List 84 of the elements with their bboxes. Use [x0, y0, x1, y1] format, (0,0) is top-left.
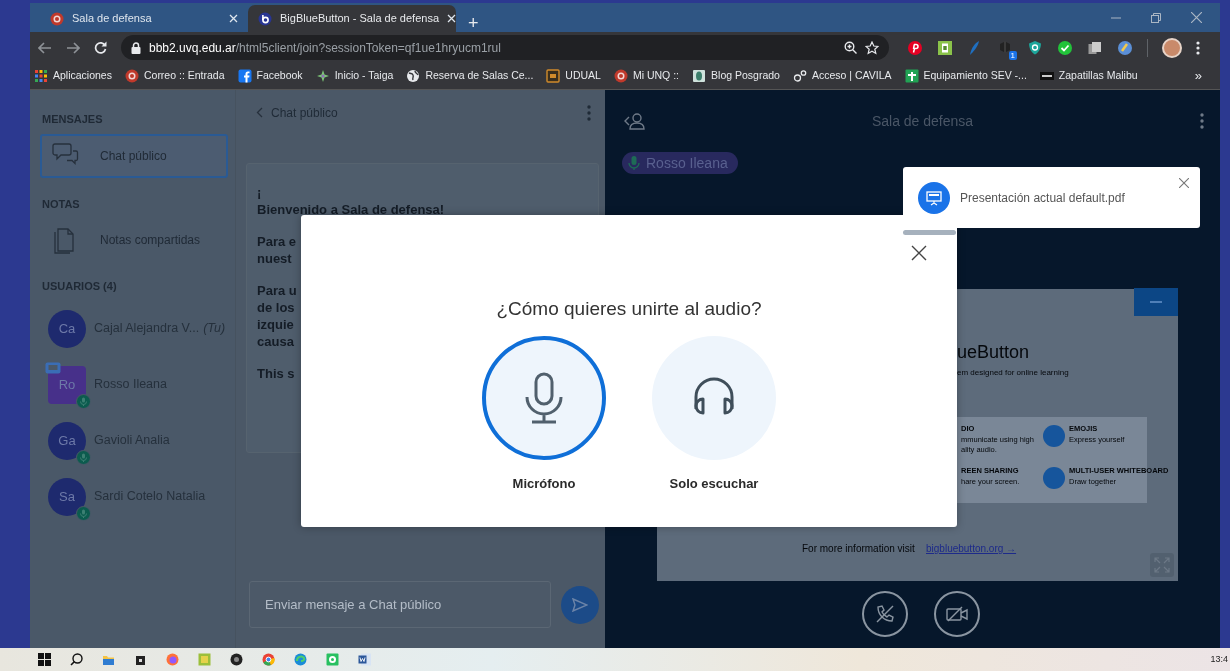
pin-icon[interactable] [907, 39, 923, 56]
slide-text: em designed for online learning [957, 367, 1069, 379]
message-text: nuest [257, 250, 292, 267]
dialog-title: ¿Cómo quieres unirte al audio? [496, 297, 762, 321]
browser-tab[interactable]: BigBlueButton - Sala de defensa [248, 5, 456, 32]
message-text: de los [257, 299, 295, 316]
apps-grid-icon [34, 69, 48, 83]
cross-icon [904, 69, 919, 83]
bookmark-link[interactable]: Correo :: Entrada [124, 68, 225, 84]
clock-text: 13:4 [1210, 652, 1229, 666]
seal-icon [124, 69, 139, 83]
more-icon[interactable] [1200, 113, 1204, 129]
message-text: This s [257, 365, 295, 382]
back-arrow-icon[interactable] [38, 41, 52, 54]
leave-audio-button[interactable] [862, 591, 908, 637]
pages-icon[interactable] [1087, 39, 1103, 56]
forward-arrow-icon[interactable] [66, 41, 80, 54]
presentation-icon [926, 189, 942, 206]
bookmark-link[interactable]: Facebook [237, 68, 303, 84]
badge-count: 1 [1008, 50, 1017, 60]
bookmark-link[interactable]: UDUAL [546, 68, 601, 84]
more-bookmarks-button[interactable]: » [1194, 66, 1202, 86]
document-app-icon[interactable] [358, 653, 371, 666]
bookmark-link[interactable]: Reserva de Salas Ce... [406, 68, 534, 84]
bookmark-link[interactable]: Mi UNQ :: [613, 68, 680, 84]
framed-leaf-icon [692, 69, 707, 83]
minus-icon [1150, 301, 1162, 303]
close-button[interactable] [911, 245, 927, 261]
bookmark-link[interactable]: Aplicaciones [34, 68, 112, 84]
logo-icon [1039, 69, 1054, 83]
facebook-icon [237, 69, 252, 83]
share-camera-button[interactable] [934, 591, 980, 637]
new-tab-button[interactable]: + [456, 14, 491, 32]
gears-icon [792, 69, 807, 83]
browser-circle-icon[interactable] [262, 653, 275, 666]
star-icon[interactable] [865, 40, 879, 55]
check-icon[interactable] [1057, 39, 1073, 56]
user-avatar: Ca [48, 309, 86, 348]
camera-off-icon [946, 606, 968, 622]
restore-icon[interactable] [1151, 12, 1161, 23]
recorder-icon[interactable] [230, 653, 243, 666]
microphone-icon [628, 155, 640, 171]
windows-logo-icon[interactable] [38, 653, 51, 666]
wave-browser-icon[interactable] [294, 653, 307, 666]
browser-tab[interactable]: Sala de defensa [40, 5, 248, 32]
option-label: Micrófono [512, 474, 576, 493]
slide-heading: ueButton [957, 341, 1030, 364]
reload-icon[interactable] [94, 41, 107, 54]
room-title: Sala de defensa [870, 111, 975, 131]
shield-icon[interactable] [1027, 39, 1043, 56]
message-text: Para u [257, 282, 297, 299]
message-input[interactable]: Enviar mensaje a Chat público [249, 581, 551, 628]
close-icon [911, 245, 927, 261]
fox-globe-icon[interactable] [166, 653, 179, 666]
send-arrow-icon [572, 597, 588, 612]
store-bag-icon[interactable] [134, 653, 147, 666]
option-label: Solo escuchar [669, 474, 759, 493]
folder-icon[interactable] [102, 653, 115, 666]
globe-icon [406, 69, 421, 83]
slide-text: For more information visit [802, 542, 915, 556]
framed-square-icon [546, 69, 561, 83]
profile-avatar[interactable] [1162, 37, 1182, 58]
close-icon[interactable] [1179, 178, 1189, 188]
seal-icon [613, 69, 628, 83]
message-text: izquie [257, 316, 294, 333]
bookmark-link[interactable]: Zapatillas Malibu [1039, 68, 1138, 84]
bookmark-link[interactable]: Acceso | CAVILA [792, 68, 892, 84]
message-text: ¡ [257, 184, 262, 201]
bookmark-link[interactable]: Equipamiento SEV -... [904, 68, 1027, 84]
search-icon[interactable] [70, 653, 83, 666]
notification-text: Presentación actual default.pdf [960, 189, 1126, 207]
message-text: causa [257, 333, 294, 350]
lock-icon [131, 41, 141, 54]
user-list-toggle-icon[interactable] [623, 112, 645, 130]
cube-icon[interactable] [997, 39, 1013, 56]
more-icon[interactable] [1196, 40, 1200, 55]
zoom-icon[interactable] [844, 41, 857, 54]
phone-off-icon [875, 604, 895, 624]
b-logo-icon [258, 11, 272, 26]
seal-icon [50, 11, 64, 26]
message-text: Para e [257, 233, 297, 250]
message-text: Bienvenido a Sala de defensa! [257, 201, 445, 218]
bookmark-link[interactable]: Blog Posgrado [692, 68, 780, 84]
bookmark-link[interactable]: Inicio - Taiga [315, 68, 394, 84]
